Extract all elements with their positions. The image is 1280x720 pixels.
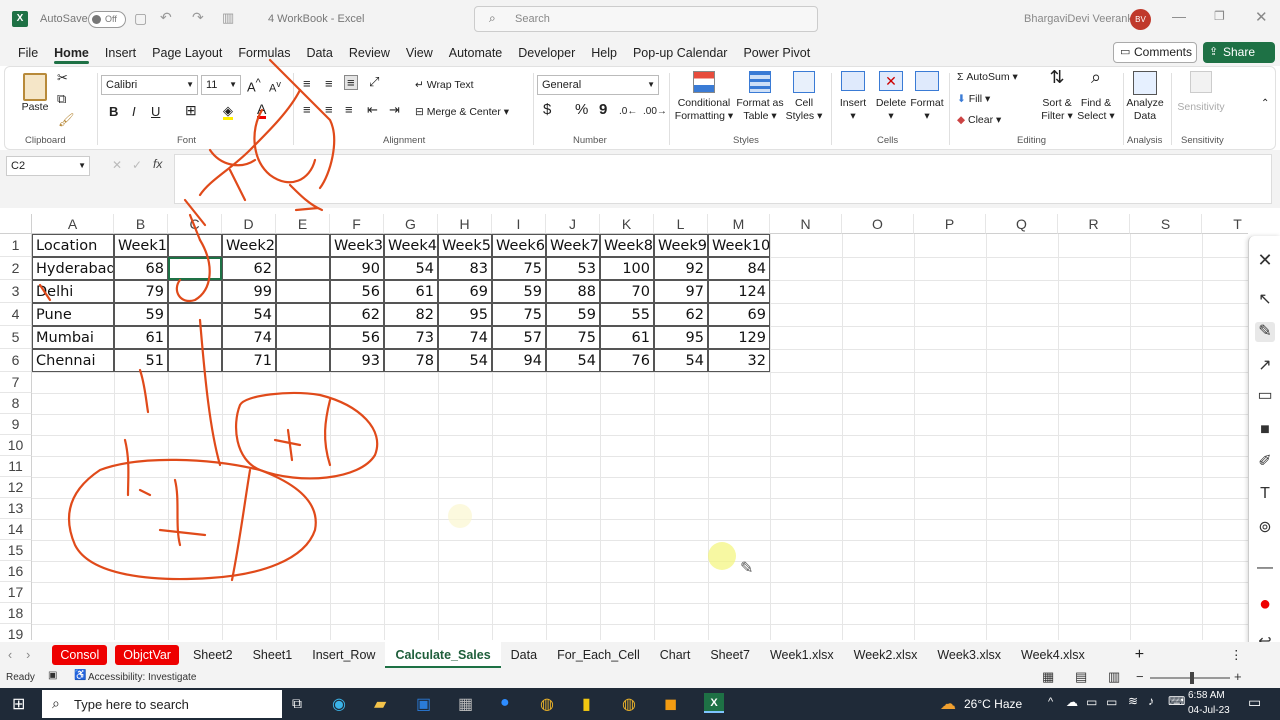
text-icon[interactable]: T: [1255, 484, 1275, 504]
task-view-icon[interactable]: ⧉: [292, 695, 302, 712]
windows-start-icon[interactable]: ⊞: [12, 694, 25, 714]
more-tabs-icon[interactable]: ⋮: [1220, 642, 1253, 668]
zoom-slider[interactable]: [1150, 672, 1230, 684]
macro-record-icon[interactable]: ▣: [48, 670, 57, 681]
page-break-view-icon[interactable]: ▥: [1108, 669, 1120, 685]
outlook-icon[interactable]: ▣: [416, 694, 431, 714]
sheet-tab[interactable]: Chart: [650, 642, 701, 668]
pen-annotation-scribbles: [38, 58, 736, 582]
sheet-tab[interactable]: Consol: [52, 645, 108, 665]
pen-icon[interactable]: ✎: [1255, 322, 1275, 342]
search-icon: ⌕: [52, 695, 60, 711]
sheet-tab[interactable]: Week1.xlsx: [760, 642, 844, 668]
taskbar-search[interactable]: ⌕ Type here to search: [42, 690, 282, 718]
file-explorer-icon[interactable]: ▰: [374, 694, 386, 714]
sheet-tab[interactable]: Sheet1: [243, 642, 303, 668]
notification-icon[interactable]: ▭: [1248, 694, 1261, 711]
chrome2-icon[interactable]: ◍: [622, 694, 636, 714]
zoom-out-icon[interactable]: −: [1136, 669, 1144, 684]
normal-view-icon[interactable]: ▦: [1042, 669, 1054, 685]
battery-icon[interactable]: ▭: [1106, 695, 1117, 709]
weather-icon: ☁: [940, 696, 956, 713]
sheet-tab[interactable]: Calculate_Sales: [385, 642, 501, 668]
sheet-tab[interactable]: Week2.xlsx: [844, 642, 928, 668]
sheet-tab[interactable]: Insert_Row: [302, 642, 385, 668]
store-icon[interactable]: ▦: [458, 694, 473, 714]
sheet-tab[interactable]: Week4.xlsx: [1011, 642, 1095, 668]
status-ready: Ready: [6, 672, 35, 683]
wifi-icon[interactable]: ≋: [1128, 694, 1138, 708]
add-sheet-icon[interactable]: +: [1125, 642, 1154, 668]
rectangle-icon[interactable]: ▭: [1255, 386, 1275, 406]
language-icon[interactable]: ⌨: [1168, 694, 1185, 708]
chrome-icon[interactable]: ◍: [540, 694, 554, 714]
recorder-icon[interactable]: ◼: [664, 694, 677, 714]
line-icon[interactable]: —: [1255, 558, 1275, 578]
tray-chevron-icon[interactable]: ^: [1048, 696, 1053, 708]
weather-text[interactable]: 26°C Haze: [964, 697, 1022, 711]
meet-icon[interactable]: ▭: [1086, 695, 1097, 709]
pointer-icon[interactable]: ↖: [1255, 290, 1275, 310]
sheet-tabs-bar: ‹ › Consol ObjctVar Sheet2 Sheet1 Insert_Row…: [0, 642, 1280, 668]
volume-icon[interactable]: ♪: [1148, 694, 1154, 708]
zoom-in-icon[interactable]: +: [1234, 669, 1242, 684]
sheet-tab[interactable]: For_Each_Cell: [547, 642, 650, 668]
color-dot-icon[interactable]: ●: [1255, 594, 1275, 614]
onedrive-icon[interactable]: ☁: [1066, 695, 1078, 709]
windows-taskbar: ⊞ ⌕ Type here to search ⧉ ◉ ▰ ▣ ▦ ● ◍ ▮ …: [0, 688, 1280, 720]
highlighter-icon[interactable]: ✐: [1255, 452, 1275, 472]
clock-date: 04-Jul-23: [1188, 705, 1230, 716]
edge-icon[interactable]: ◉: [332, 694, 346, 714]
powerbi-icon[interactable]: ▮: [582, 694, 591, 714]
taskbar-search-placeholder: Type here to search: [74, 697, 189, 712]
sheet-tab[interactable]: Week3.xlsx: [927, 642, 1011, 668]
stamp-icon[interactable]: ⊚: [1255, 518, 1275, 538]
filled-rectangle-icon[interactable]: ■: [1255, 420, 1275, 440]
close-icon[interactable]: ✕: [1255, 250, 1275, 270]
pen-cursor-icon: ✎: [740, 560, 754, 577]
arrow-icon[interactable]: ↗: [1255, 356, 1275, 376]
drawing-toolbar: ✕ ↖ ✎ ↗ ▭ ■ ✐ T ⊚ — ● ↩ ⚙: [1248, 236, 1280, 686]
accessibility-icon[interactable]: ♿: [74, 670, 86, 681]
sheet-tab[interactable]: ObjctVar: [115, 645, 179, 665]
zoom-app-icon[interactable]: ●: [500, 694, 510, 712]
clock-time: 6:58 AM: [1188, 690, 1225, 701]
tab-scroll-left-icon[interactable]: ‹: [0, 642, 20, 668]
page-layout-view-icon[interactable]: ▤: [1075, 669, 1087, 685]
excel-taskbar-icon[interactable]: X: [704, 693, 724, 713]
status-bar: Ready ▣ ♿ Accessibility: Investigate ▦ ▤…: [0, 668, 1280, 688]
tab-scroll-right-icon[interactable]: ›: [20, 642, 48, 668]
sheet-tab[interactable]: Sheet2: [183, 642, 243, 668]
sheet-tab[interactable]: Data: [501, 642, 547, 668]
accessibility-status[interactable]: Accessibility: Investigate: [88, 672, 196, 683]
sheet-tab[interactable]: Sheet7: [700, 642, 760, 668]
